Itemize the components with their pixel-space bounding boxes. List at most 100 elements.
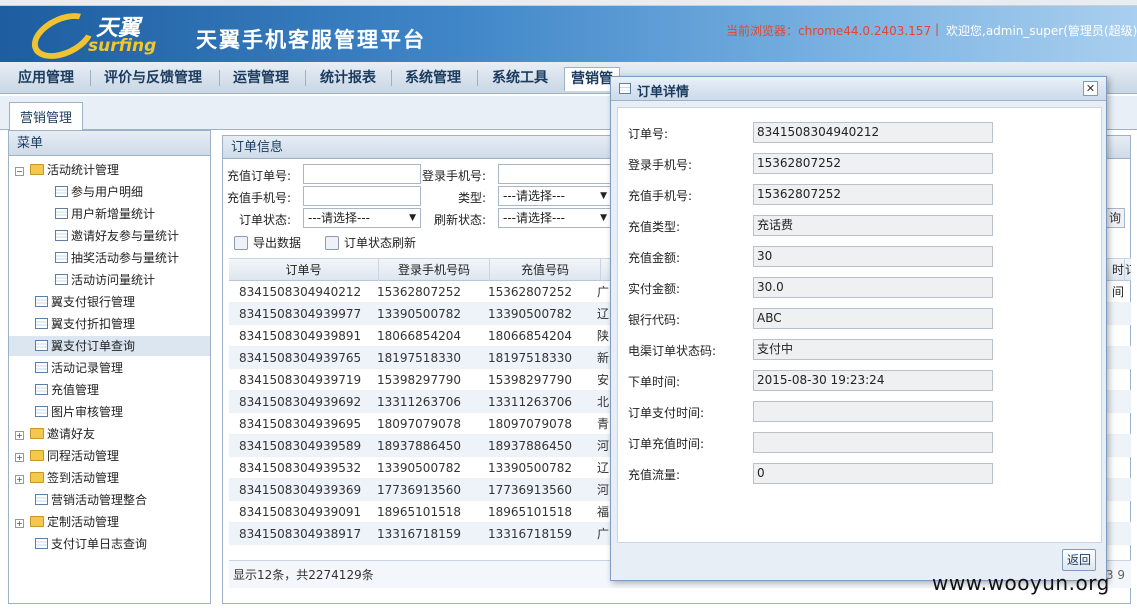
field-label-bank-code: 银行代码: (628, 313, 681, 327)
watermark: www.wooyun.org (932, 571, 1110, 595)
cell-order-no: 8341508304938917 (239, 527, 362, 541)
refresh-status-select-value: ---请选择--- (503, 211, 565, 225)
cell-region: 辽 (597, 307, 610, 321)
welcome-user: 欢迎您,admin_super(管理员(超级)) (946, 24, 1137, 38)
cell-login-phone: 15398297790 (377, 373, 461, 387)
field-value-order-no[interactable]: 8341508304940212 (753, 122, 993, 143)
tree-item-bank-management[interactable]: 翼支付银行管理 (35, 292, 135, 312)
tree-item-label: 抽奖活动参与量统计 (71, 251, 180, 265)
document-icon (35, 406, 48, 417)
tree-item-order-query[interactable]: 翼支付订单查询 (9, 336, 210, 356)
tree-item-recharge-management[interactable]: 充值管理 (35, 380, 99, 400)
tree-item-discount-management[interactable]: 翼支付折扣管理 (35, 314, 135, 334)
cell-login-phone: 13311263706 (377, 395, 461, 409)
tree-item-label: 充值管理 (51, 383, 100, 397)
cell-login-phone: 18066854204 (377, 329, 461, 343)
left-menu-panel: 菜单 − 活动统计管理 参与用户明细 用户新增量统计 邀请好友参与量统计 抽奖活动… (8, 130, 211, 604)
form-icon (619, 83, 631, 94)
expand-icon[interactable]: + (15, 431, 24, 440)
column-header-recharge-no[interactable]: 充值号码 (490, 259, 601, 281)
recharge-phone-input[interactable] (303, 186, 421, 206)
column-header-order[interactable]: 订 (1125, 259, 1131, 281)
tree-item-invite-friends[interactable]: + 邀请好友 (15, 424, 95, 444)
field-value-login-phone[interactable]: 15362807252 (753, 153, 993, 174)
tree-item-invite-friends-stats[interactable]: 邀请好友参与量统计 (55, 226, 179, 246)
field-value-recharge-phone[interactable]: 15362807252 (753, 184, 993, 205)
field-value-paid-amount[interactable]: 30.0 (753, 277, 993, 298)
refresh-status-select[interactable]: ---请选择--- ▼ (498, 208, 612, 228)
field-value-recharge-data[interactable]: 0 (753, 463, 993, 484)
chevron-down-icon: ▼ (600, 191, 607, 201)
type-select[interactable]: ---请选择--- ▼ (498, 186, 612, 206)
tree-item-signin-activity[interactable]: + 签到活动管理 (15, 468, 119, 488)
document-icon (55, 186, 68, 197)
tree-item-lottery-stats[interactable]: 抽奖活动参与量统计 (55, 248, 179, 268)
document-icon (55, 230, 68, 241)
field-value-payment-time[interactable] (753, 401, 993, 422)
expand-icon[interactable]: + (15, 475, 24, 484)
field-value-recharge-time[interactable] (753, 432, 993, 453)
nav-feedback-management[interactable]: 评价与反馈管理 (104, 67, 202, 91)
cell-recharge-no: 18965101518 (488, 505, 572, 519)
tree-item-label: 参与用户明细 (71, 185, 144, 199)
cell-order-no: 8341508304939091 (239, 505, 362, 519)
field-value-status-code[interactable]: 支付中 (753, 339, 993, 360)
back-button[interactable]: 返回 (1062, 549, 1096, 571)
field-value-recharge-amount[interactable]: 30 (753, 246, 993, 267)
cell-order-no: 8341508304939695 (239, 417, 362, 431)
order-status-select[interactable]: ---请选择--- ▼ (303, 208, 421, 228)
login-phone-input[interactable] (498, 164, 612, 184)
tree-item-new-users-stats[interactable]: 用户新增量统计 (55, 204, 155, 224)
cell-order-no: 8341508304939719 (239, 373, 362, 387)
field-label-paid-amount: 实付金额: (628, 282, 681, 296)
tab-marketing[interactable]: 营销管理 (9, 102, 84, 130)
cell-recharge-no: 18066854204 (488, 329, 572, 343)
close-icon[interactable]: ✕ (1083, 81, 1098, 96)
dialog-body: 订单号: 8341508304940212 登录手机号: 15362807252… (617, 107, 1102, 543)
cell-login-phone: 13390500782 (377, 461, 461, 475)
nav-operations-management[interactable]: 运营管理 (233, 67, 289, 91)
expand-icon[interactable]: + (15, 519, 24, 528)
field-value-order-time[interactable]: 2015-08-30 19:23:24 (753, 370, 993, 391)
tree-item-tongcheng-activity[interactable]: + 同程活动管理 (15, 446, 119, 466)
nav-system-management[interactable]: 系统管理 (405, 67, 461, 91)
chevron-down-icon: ▼ (600, 213, 607, 223)
cell-recharge-no: 17736913560 (488, 483, 572, 497)
refresh-order-status-button[interactable]: 订单状态刷新 (325, 232, 416, 254)
tree-item-custom-activity[interactable]: + 定制活动管理 (15, 512, 119, 532)
recharge-order-no-input[interactable] (303, 164, 421, 184)
nav-app-management[interactable]: 应用管理 (18, 67, 74, 91)
tree-item-activity-records[interactable]: 活动记录管理 (35, 358, 123, 378)
nav-system-tools[interactable]: 系统工具 (492, 67, 548, 91)
tree-item-payment-log[interactable]: 支付订单日志查询 (35, 534, 147, 554)
surfing-logo: 天翼 surfing (24, 3, 170, 69)
tree-item-label: 同程活动管理 (47, 449, 120, 463)
nav-statistics-reports[interactable]: 统计报表 (320, 67, 376, 91)
field-label-recharge-amount: 充值金额: (628, 251, 681, 265)
expand-icon[interactable]: + (15, 453, 24, 462)
tree-item-label: 翼支付订单查询 (51, 339, 136, 353)
export-data-button[interactable]: 导出数据 (234, 232, 301, 254)
folder-icon (30, 164, 44, 175)
tree-item-image-review[interactable]: 图片审核管理 (35, 402, 123, 422)
tree-item-visit-stats[interactable]: 活动访问量统计 (55, 270, 155, 290)
export-icon (234, 236, 248, 250)
field-value-recharge-type[interactable]: 充话费 (753, 215, 993, 236)
cell-region: 陕 (597, 329, 610, 343)
recharge-order-no-label: 充值订单号: (227, 169, 292, 183)
tree-item-activity-stats[interactable]: − 活动统计管理 (15, 160, 119, 180)
column-header-order-no[interactable]: 订单号 (229, 259, 379, 281)
dialog-title-bar[interactable]: 订单详情 ✕ (611, 77, 1106, 101)
cell-region: 新 (597, 351, 610, 365)
document-icon (35, 340, 48, 351)
column-header-login-phone[interactable]: 登录手机号码 (379, 259, 490, 281)
collapse-icon[interactable]: − (15, 167, 24, 176)
refresh-status-label: 刷新状态: (434, 213, 487, 227)
logo-text-en: surfing (88, 36, 157, 56)
tree-item-marketing-integration[interactable]: 营销活动管理整合 (35, 490, 147, 510)
tree-item-participant-details[interactable]: 参与用户明细 (55, 182, 143, 202)
cell-order-no: 8341508304939589 (239, 439, 362, 453)
tree-item-label: 邀请好友参与量统计 (71, 229, 180, 243)
field-value-bank-code[interactable]: ABC (753, 308, 993, 329)
page-title: 天翼手机客服管理平台 (196, 28, 426, 52)
